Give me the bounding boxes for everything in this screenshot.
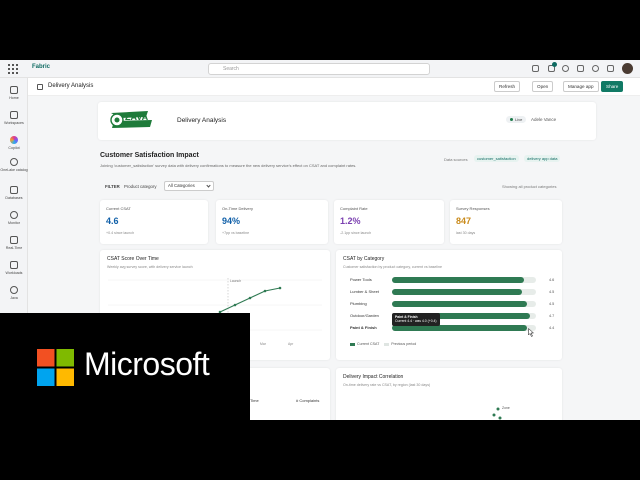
launch-label: Launch	[230, 279, 242, 283]
bar-value: 4.4	[549, 326, 555, 330]
app-launcher-icon[interactable]	[8, 64, 18, 74]
bar-value: 4.6	[549, 278, 555, 282]
category-select[interactable]: All Categories	[164, 181, 214, 191]
legend: Current CSAT Previous period	[350, 342, 416, 346]
workloads-icon	[10, 261, 18, 269]
datasource-chip[interactable]: delivery app data	[524, 155, 561, 162]
rail-item-java[interactable]: Java	[0, 286, 28, 300]
rail-item-home[interactable]: Home	[0, 86, 28, 100]
svg-text:ZAVA: ZAVA	[125, 112, 149, 122]
monitor-icon	[10, 211, 18, 219]
section-title: Customer Satisfaction Impact	[100, 152, 199, 159]
rail-item-workspaces[interactable]: Workspaces	[0, 111, 28, 125]
rail-item-copilot[interactable]: Copilot	[0, 136, 28, 150]
zava-logo: ZAVA	[110, 111, 152, 128]
chat-icon[interactable]	[532, 65, 539, 72]
notification-badge	[552, 62, 557, 67]
filter-status: Showing all product categories	[502, 184, 557, 189]
manage-app-button[interactable]: Manage app	[563, 81, 599, 92]
live-badge: Live	[506, 116, 527, 123]
mouse-cursor-icon	[528, 328, 534, 337]
x-tick-label: Apr	[288, 342, 294, 346]
bar-track[interactable]	[392, 301, 536, 307]
bar-label: Plumbing	[350, 301, 367, 306]
report-title: Delivery Analysis	[177, 117, 227, 124]
rail-item-onelake[interactable]: OneLake catalog	[0, 158, 28, 172]
impact-scatter-chart	[492, 407, 502, 420]
page-header: Delivery Analysis Refresh Open Manage ap…	[28, 78, 640, 96]
lightning-icon	[10, 236, 18, 244]
kpi-card-complaints: Complaint Rate 1.2% -2.1pp since launch	[334, 200, 444, 244]
rail-item-workloads[interactable]: Workloads	[0, 261, 28, 275]
gear-icon[interactable]	[562, 65, 569, 72]
brand-name[interactable]: Fabric	[32, 64, 50, 70]
bar-fill	[392, 301, 528, 307]
microsoft-logo	[37, 349, 74, 386]
workspaces-icon	[10, 111, 18, 119]
share-link-icon[interactable]	[607, 65, 614, 72]
rail-item-monitor[interactable]: Monitor	[0, 211, 28, 225]
bar-track[interactable]	[392, 289, 536, 295]
rail-item-realtime[interactable]: Real-Time	[0, 236, 28, 250]
catalog-icon	[10, 158, 18, 166]
refresh-button[interactable]: Refresh	[494, 81, 521, 92]
datasources-label: Data sources	[444, 157, 468, 162]
point-label: Zone	[502, 406, 510, 410]
kpi-card-ontime: On-Time Delivery 94% +7pp vs baseline	[216, 200, 328, 244]
filter-label: FILTER	[105, 184, 120, 189]
bar-value: 4.5	[549, 290, 555, 294]
datasource-chip[interactable]: customer_satisfaction	[474, 155, 519, 162]
chevron-down-icon	[206, 183, 211, 188]
bar-fill	[392, 277, 525, 283]
bar-track[interactable]	[392, 277, 536, 283]
page-title: Delivery Analysis	[48, 83, 94, 89]
report-icon	[37, 84, 43, 90]
bar-fill	[392, 289, 522, 295]
share-button[interactable]: Share	[601, 81, 624, 92]
home-icon	[10, 86, 18, 94]
impact-correlation-panel: Delivery Impact Correlation On-time deli…	[336, 368, 562, 420]
bar-tooltip: Paint & Finish Current 4.4 · was 4.0 (+0…	[392, 313, 440, 326]
filter-name: Product category	[124, 184, 157, 189]
user-name: Adele Vance	[531, 117, 557, 122]
bar-label: Paint & Finish	[350, 325, 377, 330]
copilot-icon	[10, 136, 18, 144]
bar-label: Power Tools	[350, 277, 372, 282]
kpi-card-csat: Current CSAT 4.6 +0.4 since launch	[100, 200, 208, 244]
section-subtitle: Joining 'customer_satisfaction' survey d…	[100, 163, 357, 168]
microsoft-wordmark: Microsoft	[84, 346, 210, 382]
csat-by-category-panel: CSAT by Category Customer satisfaction b…	[336, 250, 562, 360]
bar-value: 4.5	[549, 302, 555, 306]
bar-label: Lumber & Sheet	[350, 289, 379, 294]
search-input[interactable]: Search	[208, 63, 430, 75]
open-button[interactable]: Open	[532, 81, 554, 92]
column-header: # Complaints	[296, 398, 320, 403]
database-icon	[10, 186, 18, 194]
top-bar: Fabric Search	[0, 60, 640, 78]
avatar[interactable]	[622, 63, 633, 74]
bar-value: 4.7	[549, 314, 555, 318]
bar-label: Outdoor/Garden	[350, 313, 379, 318]
report-header: ZAVA Delivery Analysis Live Adele Vance	[98, 102, 596, 140]
download-icon[interactable]	[577, 65, 584, 72]
help-icon[interactable]	[592, 65, 599, 72]
column-header: Time	[250, 398, 259, 403]
java-icon	[10, 286, 18, 294]
x-tick-label: Mar	[260, 342, 266, 346]
rail-item-databases[interactable]: Databases	[0, 186, 28, 200]
kpi-card-responses: Survey Responses 847 last 30 days	[450, 200, 562, 244]
